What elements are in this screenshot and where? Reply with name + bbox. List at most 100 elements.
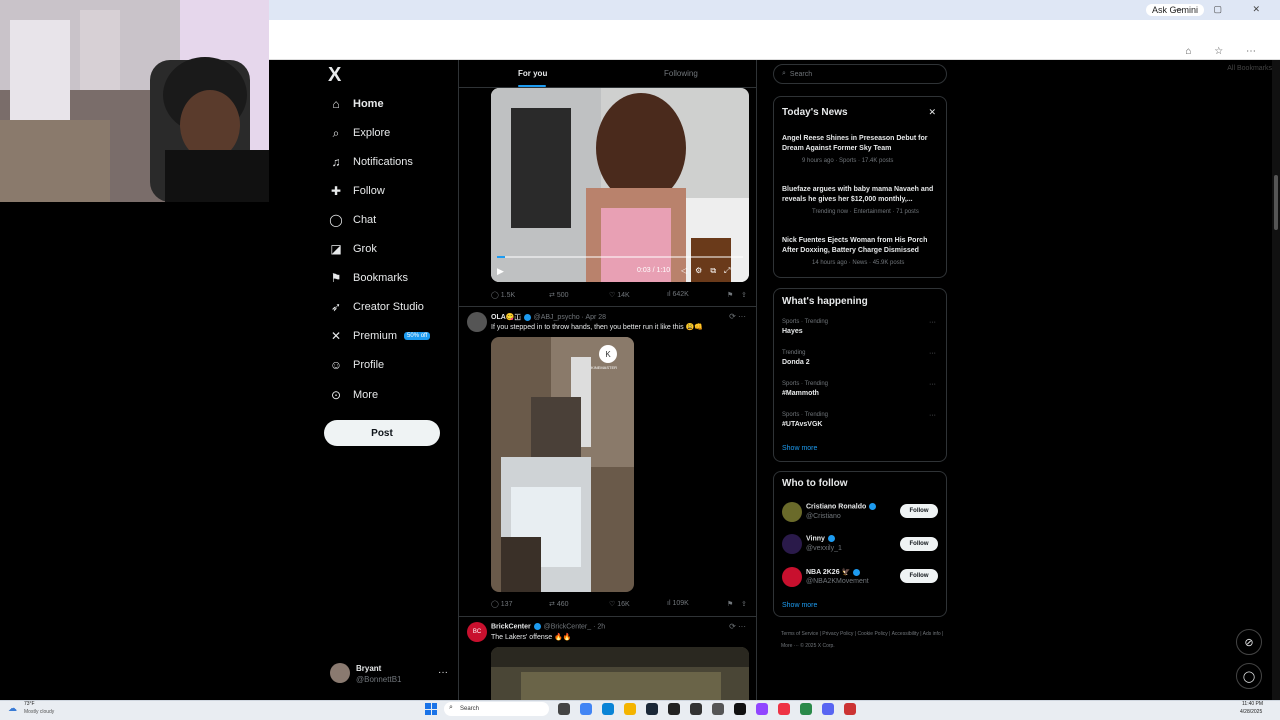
- twitch-icon[interactable]: [756, 703, 768, 715]
- app-icon[interactable]: [800, 703, 812, 715]
- discord-icon[interactable]: [822, 703, 834, 715]
- app-icon[interactable]: [668, 703, 680, 715]
- follow-button[interactable]: Follow: [900, 537, 938, 551]
- chrome-icon[interactable]: [778, 703, 790, 715]
- nav-explore[interactable]: ⌕ Explore: [328, 120, 391, 146]
- app-icon[interactable]: [712, 703, 724, 715]
- reply-button[interactable]: ◯ 137: [491, 600, 512, 608]
- clock-date[interactable]: 4/28/2025: [1240, 709, 1262, 715]
- tweet-author-handle[interactable]: @BrickCenter_ · 2h: [544, 623, 606, 630]
- repost-button[interactable]: ⇄ 460: [549, 600, 569, 608]
- nav-more[interactable]: ⊙ More: [328, 382, 378, 408]
- share-icon[interactable]: ⇪: [741, 600, 747, 608]
- tab-following[interactable]: Following: [664, 69, 698, 78]
- windows-start-icon[interactable]: [425, 703, 437, 715]
- follow-account-name[interactable]: Cristiano Ronaldo: [806, 503, 877, 510]
- taskbar-search[interactable]: ⌕ Search: [444, 702, 549, 716]
- follow-button[interactable]: Follow: [900, 504, 938, 518]
- messages-float-icon[interactable]: ◯: [1236, 663, 1262, 689]
- nav-profile[interactable]: ☺ Profile: [328, 352, 384, 378]
- news-item-meta: 14 hours ago · News · 45.9K posts: [812, 260, 905, 266]
- bookmark-icon[interactable]: ⚑: [727, 291, 733, 299]
- avatar[interactable]: [467, 312, 487, 332]
- nav-home[interactable]: ⌂ Home: [328, 91, 383, 117]
- trend-name[interactable]: #Mammoth: [782, 390, 819, 397]
- trend-more-icon[interactable]: ···: [929, 350, 936, 357]
- avatar[interactable]: BC: [467, 622, 487, 642]
- chrome-icon[interactable]: [580, 703, 592, 715]
- share-icon[interactable]: ⇪: [741, 291, 747, 299]
- nav-notifications[interactable]: ♫ Notifications: [328, 149, 413, 175]
- play-icon[interactable]: ▶: [497, 266, 504, 277]
- follow-button[interactable]: Follow: [900, 569, 938, 583]
- weather-icon[interactable]: ☁: [8, 703, 17, 714]
- nav-grok[interactable]: ◪ Grok: [328, 236, 377, 262]
- nav-chat[interactable]: ◯ Chat: [328, 207, 376, 233]
- trend-more-icon[interactable]: ···: [929, 412, 936, 419]
- avatar[interactable]: [782, 567, 802, 587]
- app-icon[interactable]: [844, 703, 856, 715]
- obs-icon[interactable]: [690, 703, 702, 715]
- account-name[interactable]: Bryant: [356, 664, 381, 673]
- avatar[interactable]: [330, 663, 350, 683]
- avatar[interactable]: [782, 534, 802, 554]
- tweet-author-handle[interactable]: @ABJ_psycho · Apr 28: [534, 314, 606, 321]
- follow-account-name[interactable]: NBA 2K26 🦅: [806, 568, 861, 576]
- grok-float-icon[interactable]: ⊘: [1236, 629, 1262, 655]
- nav-premium[interactable]: ✕ Premium 50% off: [328, 323, 431, 349]
- show-more-link[interactable]: Show more: [782, 445, 817, 452]
- reply-count: 1.5K: [500, 292, 516, 299]
- account-handle[interactable]: @BonnettB1: [356, 675, 401, 684]
- trend-more-icon[interactable]: ···: [929, 319, 936, 326]
- post-button[interactable]: Post: [324, 420, 440, 446]
- avatar[interactable]: [782, 502, 802, 522]
- edge-icon[interactable]: [602, 703, 614, 715]
- scrollbar-thumb[interactable]: [1274, 175, 1278, 230]
- app-icon[interactable]: [734, 703, 746, 715]
- x-logo[interactable]: X: [328, 64, 341, 87]
- trend-name[interactable]: Donda 2: [782, 359, 810, 366]
- search-input[interactable]: ⌕ Search: [773, 64, 947, 84]
- trend-more-icon[interactable]: ···: [929, 381, 936, 388]
- account-more-icon[interactable]: ···: [438, 667, 448, 678]
- video-player[interactable]: K KINEMASTER: [491, 337, 634, 592]
- bookmark-icon[interactable]: ⚑: [727, 600, 733, 608]
- trend-name[interactable]: #UTAvsVGK: [782, 421, 822, 428]
- close-icon[interactable]: ✕: [928, 107, 936, 118]
- like-button[interactable]: ♡ 14K: [609, 291, 630, 299]
- like-button[interactable]: ♡ 16K: [609, 600, 630, 608]
- views-button[interactable]: ıl 642K: [667, 291, 689, 298]
- file-explorer-icon[interactable]: [624, 703, 636, 715]
- video-player[interactable]: [491, 647, 749, 700]
- show-more-link[interactable]: Show more: [782, 602, 817, 609]
- views-button[interactable]: ıl 109K: [667, 600, 689, 607]
- nav-follow[interactable]: ✚ Follow: [328, 178, 385, 204]
- repost-button[interactable]: ⇄ 500: [549, 291, 569, 299]
- footer-links[interactable]: Terms of Service | Privacy Policy | Cook…: [781, 628, 951, 652]
- verified-icon: [853, 568, 861, 576]
- browser-toolbar-icons[interactable]: ⌂ ☆ ⋯: [1185, 46, 1266, 57]
- clock-time[interactable]: 11:40 PM: [1242, 701, 1263, 707]
- tab-for-you[interactable]: For you: [518, 69, 547, 78]
- weather-temp[interactable]: 73°F: [24, 701, 35, 707]
- weather-desc[interactable]: Mostly cloudy: [24, 709, 54, 715]
- video-player[interactable]: ▶ 0:03 / 1:10 ◁⚙⧉⤢: [491, 88, 749, 282]
- tweet-more-icon[interactable]: ⟳ ···: [729, 622, 746, 631]
- all-bookmarks-link[interactable]: All Bookmarks: [1227, 65, 1272, 72]
- tweet-more-icon[interactable]: ⟳ ···: [729, 312, 746, 321]
- video-controls-icons[interactable]: ◁⚙⧉⤢: [681, 266, 738, 276]
- task-view-icon[interactable]: [558, 703, 570, 715]
- trend-name[interactable]: Hayes: [782, 328, 803, 335]
- news-item-title[interactable]: Nick Fuentes Ejects Woman from His Porch…: [782, 236, 942, 256]
- follow-account-name[interactable]: Vinny: [806, 535, 836, 542]
- steam-icon[interactable]: [646, 703, 658, 715]
- window-controls[interactable]: — ▢ ✕: [1174, 4, 1274, 15]
- news-item-title[interactable]: Bluefaze argues with baby mama Navaeh an…: [782, 185, 942, 205]
- nav-bookmarks[interactable]: ⚑ Bookmarks: [328, 265, 408, 291]
- scrollbar[interactable]: [1272, 60, 1280, 700]
- tweet-author-name[interactable]: OLA😋🇮: [491, 314, 521, 321]
- tweet-author-name[interactable]: BrickCenter: [491, 623, 531, 630]
- news-item-title[interactable]: Angel Reese Shines in Preseason Debut fo…: [782, 134, 942, 154]
- nav-creator-studio[interactable]: ➶ Creator Studio: [328, 294, 424, 320]
- reply-button[interactable]: ◯ 1.5K: [491, 291, 515, 299]
